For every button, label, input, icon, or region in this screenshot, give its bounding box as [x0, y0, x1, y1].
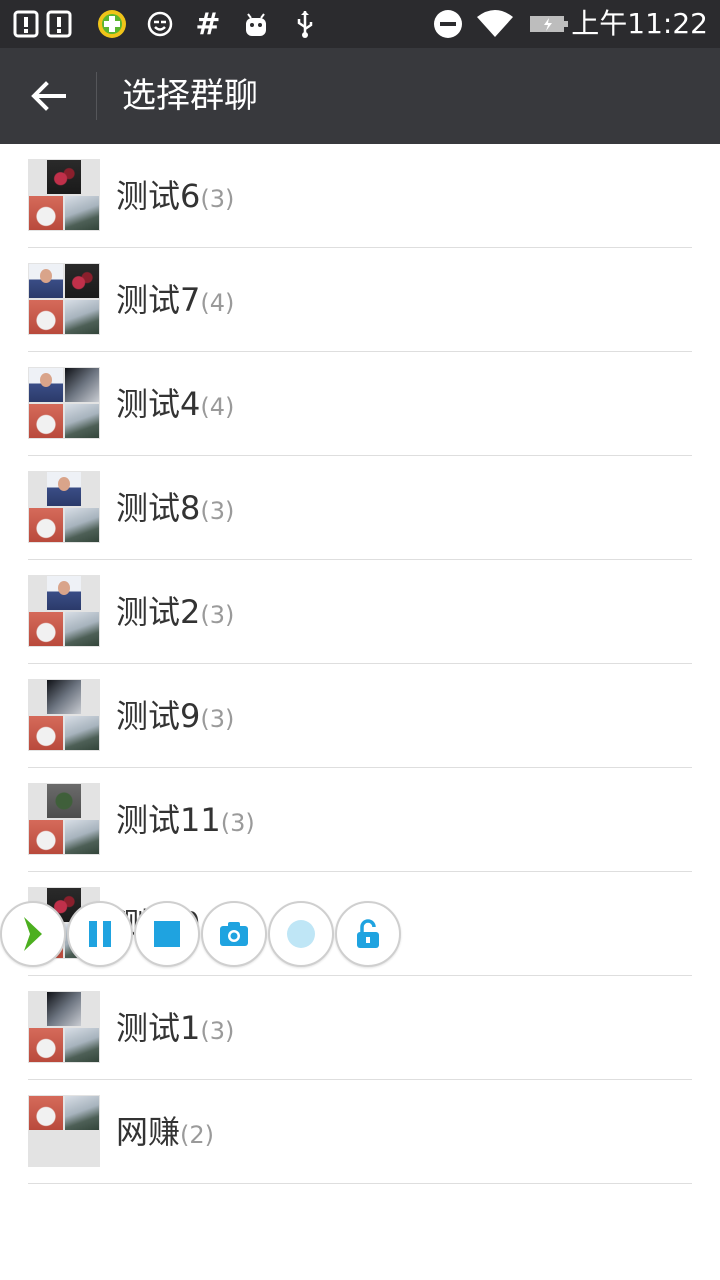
android-icon — [242, 8, 270, 40]
group-name: 测试9 — [116, 697, 201, 735]
hash-icon: # — [195, 6, 221, 42]
group-name: 测试1 — [116, 1009, 201, 1047]
group-avatar — [28, 159, 100, 231]
list-item[interactable]: 测试2(3) — [0, 560, 720, 664]
record-button[interactable] — [268, 901, 334, 967]
pause-icon — [89, 921, 111, 947]
arrow-left-icon — [31, 81, 66, 111]
group-name: 测试4 — [116, 385, 201, 423]
alert-box-icon — [10, 8, 42, 40]
page-title: 选择群聊 — [122, 76, 258, 116]
app-bar-divider — [96, 72, 97, 120]
pause-button[interactable] — [67, 901, 133, 967]
unlock-icon — [357, 919, 379, 948]
group-name: 测试11 — [116, 801, 221, 839]
app-bar: 选择群聊 — [0, 48, 720, 144]
group-avatar — [28, 991, 100, 1063]
list-item[interactable]: 测试7(4) — [0, 248, 720, 352]
360-security-icon — [96, 8, 128, 40]
member-count: (4) — [200, 289, 235, 317]
member-count: (2) — [180, 1121, 215, 1149]
camera-icon — [220, 922, 248, 946]
group-avatar — [28, 783, 100, 855]
alert-box-icon — [44, 8, 74, 40]
group-avatar — [28, 575, 100, 647]
list-item[interactable]: 测试4(4) — [0, 352, 720, 456]
floating-recorder-toolbar — [0, 901, 402, 967]
battery-charging-icon — [528, 8, 570, 40]
record-dot-icon — [287, 920, 315, 948]
smile-icon — [146, 8, 174, 40]
list-item[interactable]: 测试8(3) — [0, 456, 720, 560]
member-count: (3) — [200, 185, 235, 213]
list-item[interactable]: 测试11(3) — [0, 768, 720, 872]
expand-toolbar-button[interactable] — [0, 901, 66, 967]
stop-icon — [154, 921, 180, 947]
usb-icon — [292, 8, 318, 40]
member-count: (3) — [200, 601, 235, 629]
group-name: 测试8 — [116, 489, 201, 527]
member-count: (3) — [200, 705, 235, 733]
member-count: (3) — [200, 1017, 235, 1045]
group-avatar — [28, 367, 100, 439]
member-count: (3) — [200, 497, 235, 525]
do-not-disturb-icon — [432, 8, 464, 40]
stop-button[interactable] — [134, 901, 200, 967]
group-avatar — [28, 471, 100, 543]
group-list: 测试6(3) 测试7(4) 测试4(4) 测试8(3) 测试2(3) 测试9(3… — [0, 144, 720, 1184]
group-name: 网赚 — [116, 1113, 181, 1151]
group-name: 测试6 — [116, 177, 201, 215]
list-item[interactable]: 网赚(2) — [0, 1080, 720, 1184]
group-avatar — [28, 263, 100, 335]
group-name: 测试7 — [116, 281, 201, 319]
list-item[interactable]: 测试1(3) — [0, 976, 720, 1080]
divider — [28, 1183, 692, 1184]
group-avatar — [28, 1095, 100, 1167]
expand-chevron-icon — [24, 917, 42, 951]
back-button[interactable] — [24, 72, 72, 120]
group-avatar — [28, 679, 100, 751]
wifi-icon — [474, 8, 516, 40]
list-item[interactable]: 测试6(3) — [0, 144, 720, 248]
screenshot-button[interactable] — [201, 901, 267, 967]
status-time: 上午11:22 — [571, 7, 708, 40]
group-name: 测试2 — [116, 593, 201, 631]
list-item[interactable]: 测试9(3) — [0, 664, 720, 768]
member-count: (4) — [200, 393, 235, 421]
unlock-button[interactable] — [335, 901, 401, 967]
status-bar: # 上午11:22 — [0, 0, 720, 48]
member-count: (3) — [220, 809, 255, 837]
